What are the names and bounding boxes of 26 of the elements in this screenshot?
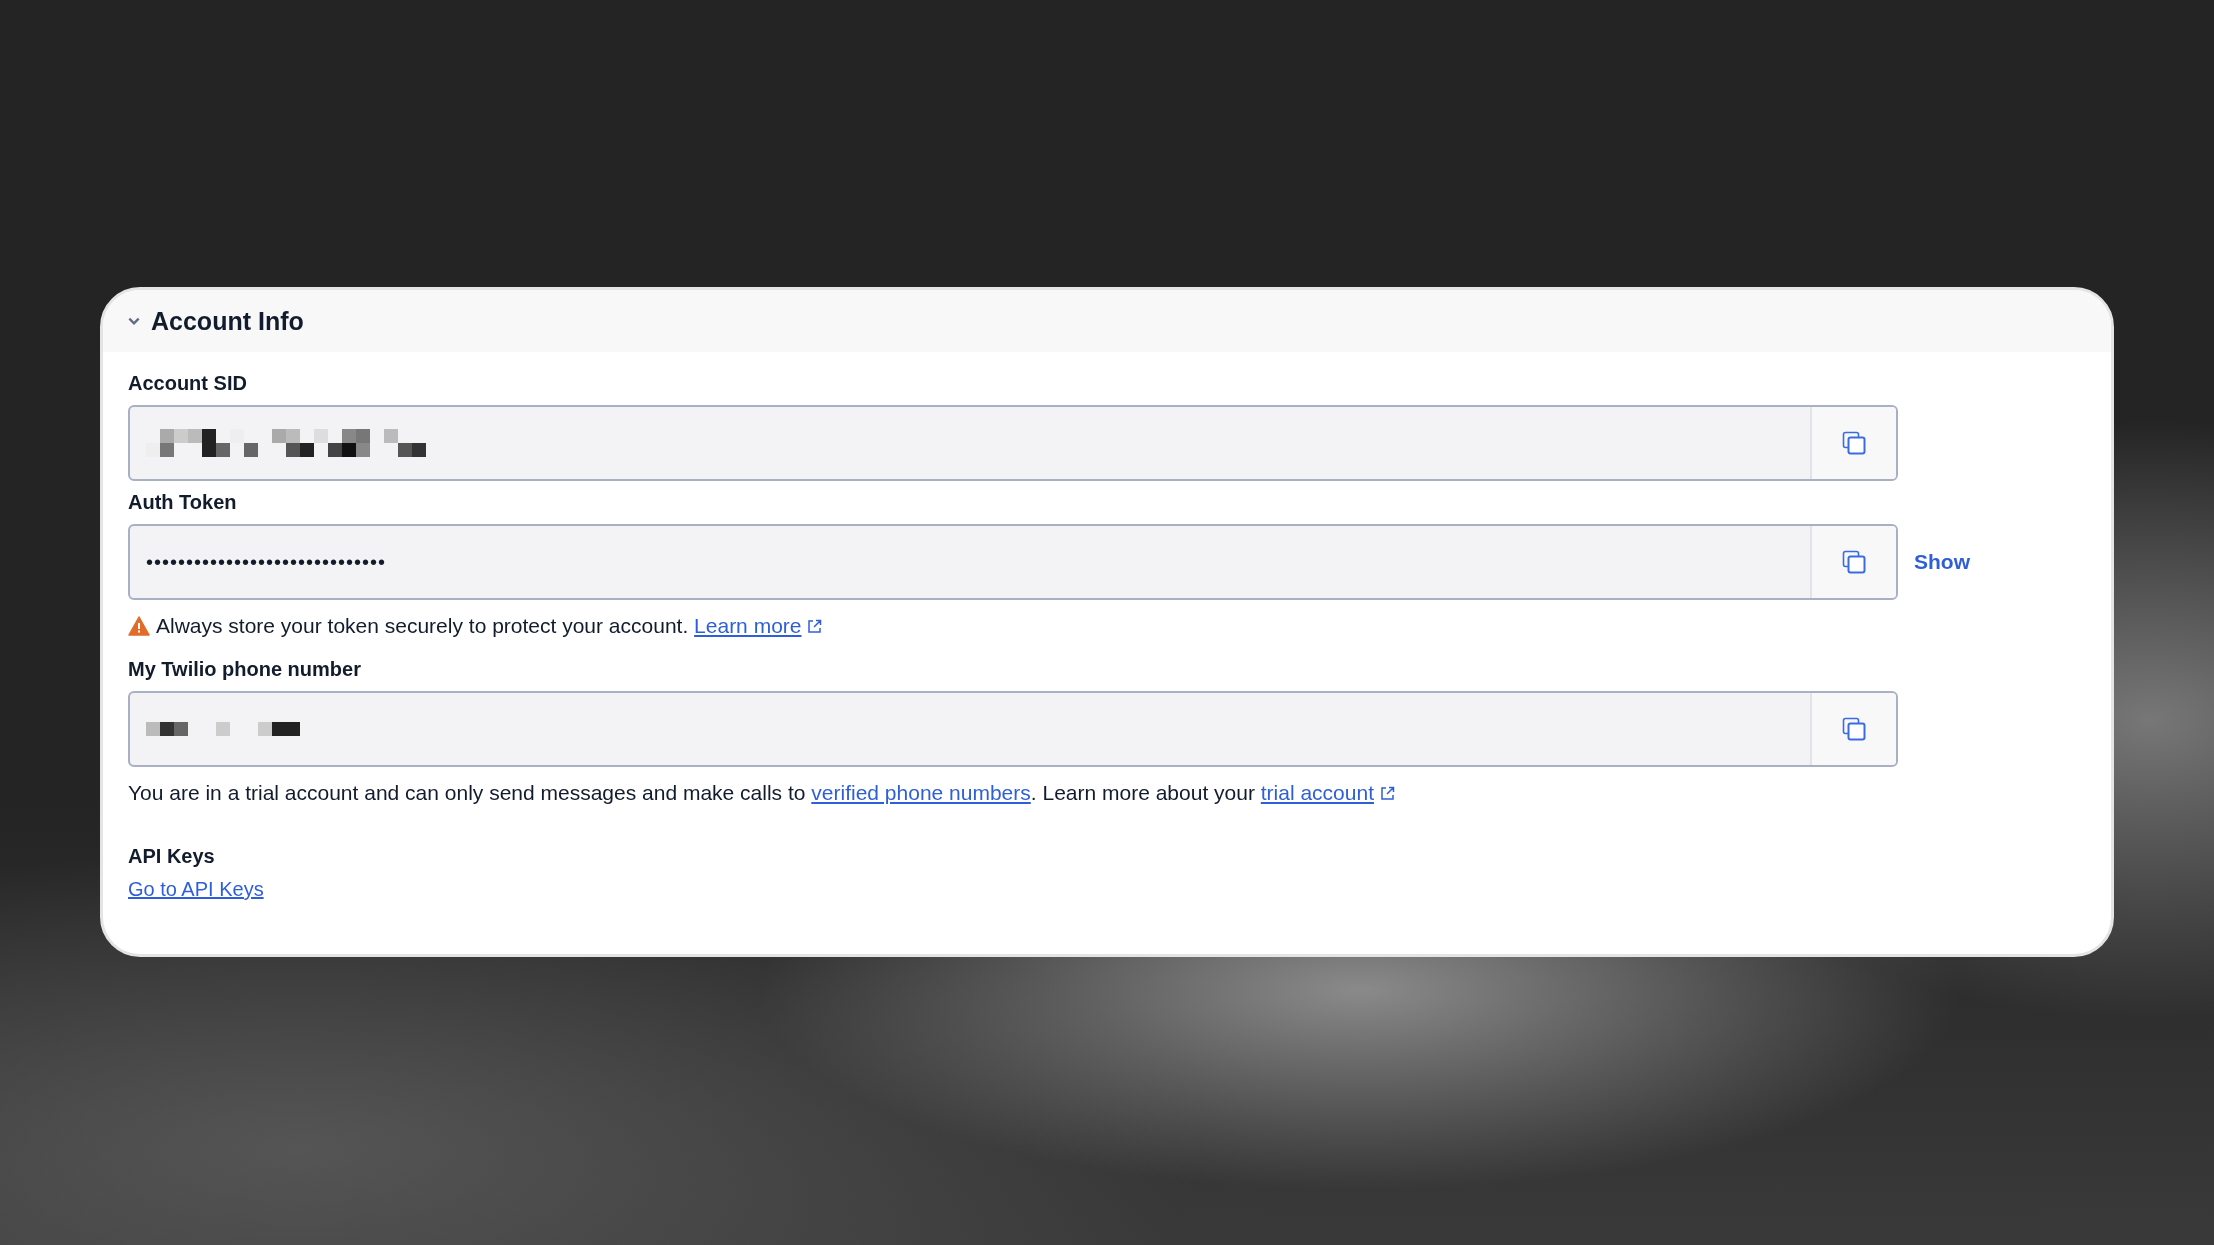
panel-header[interactable]: Account Info: [103, 290, 2111, 352]
section-heading: API Keys: [128, 845, 216, 868]
input-field[interactable]: [128, 405, 1898, 481]
copy-icon: [1842, 431, 1866, 455]
warning-icon: [128, 616, 150, 636]
notice-text: Always store your token securely to protect your account. Learn more: [128, 614, 2086, 638]
copy-button[interactable]: [1810, 526, 1896, 598]
masked-token-value: ••••••••••••••••••••••••••••••: [146, 550, 387, 574]
copy-button[interactable]: [1810, 407, 1896, 479]
input-field[interactable]: [128, 691, 1898, 767]
field-label: Auth Token: [128, 491, 238, 514]
panel-title: Account Info: [151, 306, 304, 336]
api-keys-link[interactable]: Go to API Keys: [128, 878, 264, 901]
copy-button[interactable]: [1810, 693, 1896, 765]
show-button[interactable]: Show: [1914, 550, 1970, 574]
field-label: Account SID: [128, 372, 248, 395]
copy-icon: [1842, 717, 1866, 741]
text-link[interactable]: Learn more: [694, 614, 823, 638]
input-field[interactable]: ••••••••••••••••••••••••••••••: [128, 524, 1898, 600]
field-label: My Twilio phone number: [128, 658, 362, 681]
external-link-icon: [807, 618, 823, 634]
notice-text: You are in a trial account and can only send messages and make calls to verified phone numbers. Learn more about your trial account: [128, 781, 2086, 805]
text-link[interactable]: verified phone numbers: [811, 781, 1031, 805]
copy-icon: [1842, 550, 1866, 574]
external-link-icon: [1380, 785, 1395, 801]
text-link[interactable]: trial account: [1260, 781, 1395, 805]
